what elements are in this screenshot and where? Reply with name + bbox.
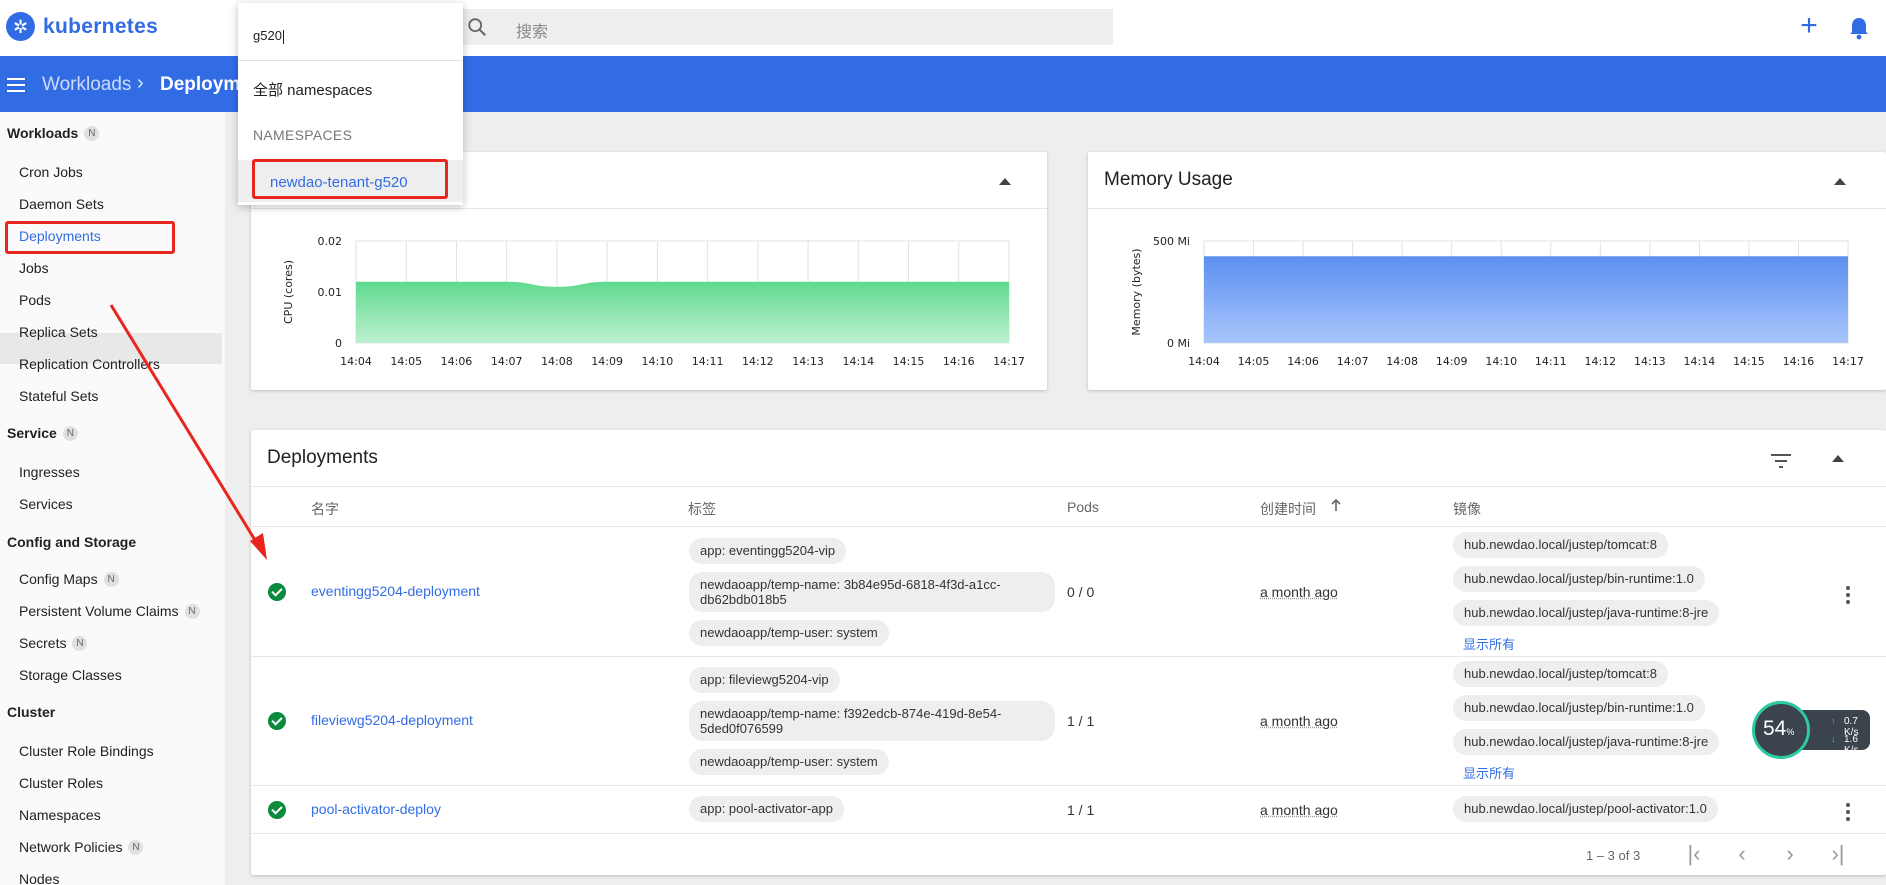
percent-value: 54% — [1763, 717, 1794, 741]
network-speed-widget[interactable]: 54% ↑ ↓ 0.7 K/s 1.6 K/s — [1752, 701, 1870, 759]
percent-unit: % — [1786, 727, 1795, 737]
download-value: 1.6 — [1844, 734, 1858, 745]
percent-number: 54 — [1763, 717, 1787, 740]
download-speed: 1.6 K/s — [1844, 734, 1870, 756]
upload-value: 0.7 — [1844, 716, 1858, 727]
download-arrow-icon: ↓ — [1831, 734, 1836, 744]
upload-arrow-icon: ↑ — [1831, 716, 1836, 726]
download-unit: K/s — [1844, 745, 1859, 756]
annotation-arrow — [109, 304, 267, 560]
